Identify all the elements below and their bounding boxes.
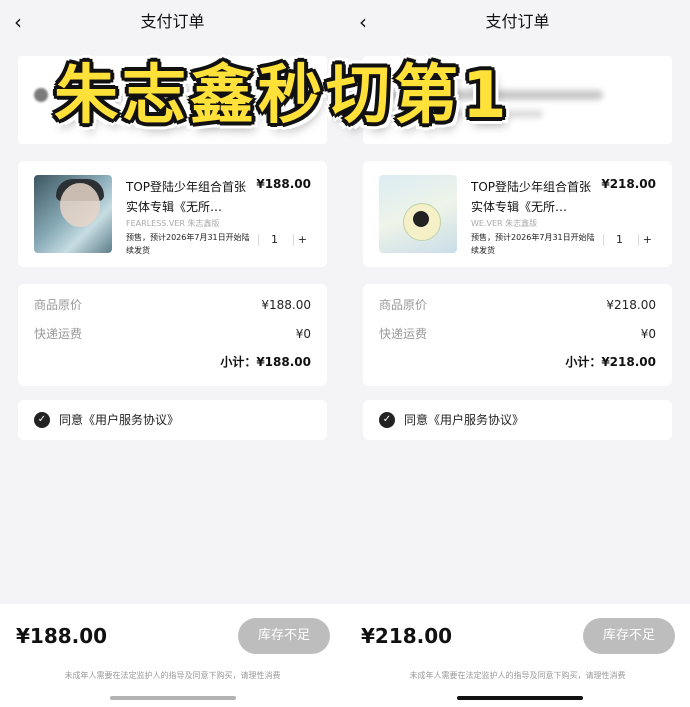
- quantity-stepper: - 1 +: [586, 231, 656, 249]
- page-title: 支付订单: [485, 12, 550, 31]
- product-price: ¥188.00: [256, 177, 311, 191]
- out-of-stock-button[interactable]: 库存不足: [238, 618, 330, 654]
- product-name: TOP登陆少年组合首张实体专辑《无所…: [126, 180, 247, 214]
- price-summary-card: 商品原价 ¥188.00 快递运费 ¥0 小计：¥188.00: [18, 284, 327, 386]
- agreement-text[interactable]: 同意《用户服务协议》: [59, 411, 179, 429]
- increase-button[interactable]: +: [298, 231, 307, 249]
- home-indicator[interactable]: [110, 696, 236, 700]
- price-summary-card: 商品原价 ¥218.00 快递运费 ¥0 小计：¥218.00: [363, 284, 672, 386]
- minor-notice: 未成年人需要在法定监护人的指导及同意下购买，请理性消费: [409, 671, 626, 680]
- decrease-button[interactable]: -: [245, 231, 249, 249]
- checkout-footer: ¥218.00 库存不足 未成年人需要在法定监护人的指导及同意下购买，请理性消费: [345, 604, 690, 707]
- product-version: WE.VER 朱志鑫版: [471, 219, 538, 228]
- overlay-caption: 朱志鑫秒切第1: [54, 59, 511, 133]
- product-thumbnail: [34, 175, 112, 253]
- minor-notice: 未成年人需要在法定监护人的指导及同意下购买，请理性消费: [64, 671, 281, 680]
- page-title: 支付订单: [140, 12, 205, 31]
- decrease-button[interactable]: -: [590, 231, 594, 249]
- quantity-value[interactable]: 1: [271, 231, 278, 249]
- check-circle-icon[interactable]: ✓: [34, 412, 50, 428]
- check-circle-icon[interactable]: ✓: [379, 412, 395, 428]
- subtotal: 小计：¥188.00: [220, 355, 311, 369]
- total-price: ¥188.00: [16, 624, 108, 648]
- product-card: TOP登陆少年组合首张实体专辑《无所… ¥218.00 WE.VER 朱志鑫版 …: [363, 161, 672, 267]
- home-indicator[interactable]: [457, 696, 583, 700]
- agreement-row[interactable]: ✓ 同意《用户服务协议》: [18, 400, 327, 440]
- increase-button[interactable]: +: [643, 231, 652, 249]
- out-of-stock-button[interactable]: 库存不足: [583, 618, 675, 654]
- checkout-footer: ¥188.00 库存不足 未成年人需要在法定监护人的指导及同意下购买，请理性消费: [0, 604, 345, 707]
- product-card: TOP登陆少年组合首张实体专辑《无所… ¥188.00 FEARLESS.VER…: [18, 161, 327, 267]
- presale-note: 预售，预计2026年7月31日开始陆续发货: [126, 233, 250, 255]
- quantity-value[interactable]: 1: [616, 231, 623, 249]
- total-price: ¥218.00: [361, 624, 453, 648]
- agreement-text[interactable]: 同意《用户服务协议》: [404, 411, 524, 429]
- subtotal: 小计：¥218.00: [565, 355, 656, 369]
- product-name: TOP登陆少年组合首张实体专辑《无所…: [471, 180, 592, 214]
- product-thumbnail: [379, 175, 457, 253]
- quantity-stepper: - 1 +: [241, 231, 311, 249]
- location-icon: [34, 88, 48, 102]
- header: ‹ 支付订单: [0, 0, 345, 44]
- product-price: ¥218.00: [601, 177, 656, 191]
- presale-note: 预售，预计2026年7月31日开始陆续发货: [471, 233, 595, 255]
- header: ‹ 支付订单: [345, 0, 690, 44]
- product-version: FEARLESS.VER 朱志鑫版: [126, 219, 220, 228]
- agreement-row[interactable]: ✓ 同意《用户服务协议》: [363, 400, 672, 440]
